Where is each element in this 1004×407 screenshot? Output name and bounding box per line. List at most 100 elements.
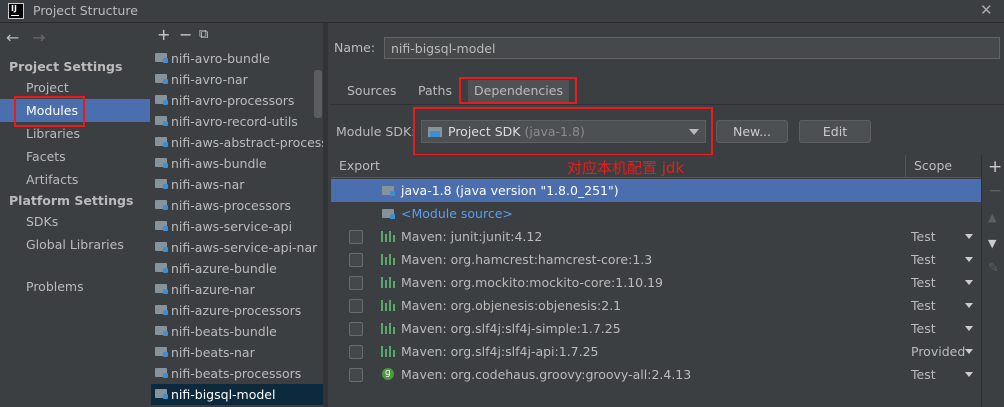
- module-folder-icon: [155, 158, 168, 168]
- dependency-row[interactable]: Maven: org.mockito:mockito-core:1.10.19 T…: [331, 271, 981, 294]
- sdk-folder-icon: [382, 186, 395, 196]
- module-folder-icon: [155, 347, 168, 357]
- module-item[interactable]: nifi-aws-nar: [151, 174, 323, 195]
- module-item-label: nifi-avro-nar: [171, 72, 248, 87]
- module-item[interactable]: nifi-beats-bundle: [151, 321, 323, 342]
- highlight-modules: [14, 96, 85, 127]
- scope-select[interactable]: Test: [911, 248, 936, 271]
- dependency-row[interactable]: Maven: org.slf4j:slf4j-api:1.7.25 Provide…: [331, 340, 981, 363]
- export-checkbox[interactable]: [349, 230, 363, 244]
- module-folder-icon: [155, 74, 168, 84]
- dependency-row[interactable]: <Module source>: [331, 202, 981, 225]
- nav-item-sdks[interactable]: SDKs: [0, 210, 150, 233]
- nav-item-artifacts[interactable]: Artifacts: [0, 168, 150, 191]
- export-checkbox[interactable]: [349, 322, 363, 336]
- maven-library-icon: [381, 277, 395, 288]
- module-item[interactable]: nifi-bigsql-model: [151, 384, 323, 405]
- close-icon[interactable]: ✕: [980, 1, 993, 19]
- module-item[interactable]: nifi-avro-processors: [151, 90, 323, 111]
- nav-item-facets[interactable]: Facets: [0, 145, 150, 168]
- forward-arrow-icon[interactable]: →: [32, 28, 45, 47]
- remove-dependency-icon[interactable]: −: [988, 181, 1002, 201]
- dependency-name: Maven: org.codehaus.groovy:groovy-all:2.…: [401, 367, 692, 382]
- module-folder-icon: [155, 95, 168, 105]
- module-folder-icon: [155, 326, 168, 336]
- module-item[interactable]: nifi-azure-nar: [151, 279, 323, 300]
- export-checkbox[interactable]: [349, 299, 363, 313]
- dependency-row[interactable]: Maven: org.slf4j:slf4j-simple:1.7.25 Test: [331, 317, 981, 340]
- new-sdk-button[interactable]: New...: [716, 120, 788, 143]
- scope-select[interactable]: Test: [911, 225, 936, 248]
- module-item[interactable]: nifi-azure-processors: [151, 300, 323, 321]
- tab-sources[interactable]: Sources: [341, 80, 402, 102]
- nav-item-problems[interactable]: Problems: [0, 275, 150, 298]
- module-item[interactable]: nifi-aws-bundle: [151, 153, 323, 174]
- export-checkbox[interactable]: [349, 368, 363, 382]
- groovy-library-icon: [382, 362, 394, 385]
- module-item[interactable]: nifi-beats-nar: [151, 342, 323, 363]
- module-name-input[interactable]: [384, 37, 1000, 59]
- chevron-down-icon[interactable]: [965, 372, 973, 377]
- module-folder-icon: [155, 137, 168, 147]
- scope-select[interactable]: Test: [911, 317, 936, 340]
- highlight-dependencies-tab: [459, 77, 577, 104]
- module-item-label: nifi-avro-record-utils: [171, 114, 298, 129]
- dependency-name: Maven: org.hamcrest:hamcrest-core:1.3: [401, 252, 653, 267]
- remove-icon[interactable]: −: [179, 25, 192, 44]
- dependency-name: Maven: junit:junit:4.12: [401, 229, 543, 244]
- module-item[interactable]: nifi-beats-processors: [151, 363, 323, 384]
- module-item[interactable]: nifi-aws-processors: [151, 195, 323, 216]
- module-item[interactable]: nifi-aws-service-api-nar: [151, 237, 323, 258]
- scope-select[interactable]: Test: [911, 294, 936, 317]
- pane-divider[interactable]: [323, 23, 328, 407]
- maven-library-icon: [381, 231, 395, 242]
- chevron-down-icon[interactable]: [965, 234, 973, 239]
- scope-select[interactable]: Test: [911, 363, 936, 386]
- chevron-down-icon[interactable]: [965, 326, 973, 331]
- dependency-row[interactable]: Maven: org.objenesis:objenesis:2.1 Test: [331, 294, 981, 317]
- export-checkbox[interactable]: [349, 345, 363, 359]
- column-scope[interactable]: Scope: [905, 155, 981, 177]
- back-arrow-icon[interactable]: ←: [6, 28, 19, 47]
- add-dependency-icon[interactable]: +: [988, 157, 1002, 177]
- maven-library-icon: [381, 254, 395, 265]
- dependency-row[interactable]: Maven: org.hamcrest:hamcrest-core:1.3 Tes…: [331, 248, 981, 271]
- module-item[interactable]: nifi-aws-service-api: [151, 216, 323, 237]
- scope-select[interactable]: Test: [911, 271, 936, 294]
- module-folder-icon: [155, 221, 168, 231]
- tabs-divider: [330, 104, 1004, 105]
- chevron-down-icon[interactable]: [965, 349, 973, 354]
- export-checkbox[interactable]: [349, 253, 363, 267]
- move-up-icon[interactable]: ▲: [988, 211, 996, 224]
- chevron-down-icon[interactable]: [965, 280, 973, 285]
- module-item-label: nifi-beats-processors: [171, 366, 302, 381]
- copy-icon[interactable]: ⧉: [199, 27, 208, 42]
- module-item[interactable]: nifi-aws-abstract-processors: [151, 132, 323, 153]
- dependency-row[interactable]: Maven: junit:junit:4.12 Test: [331, 225, 981, 248]
- scope-select[interactable]: Provided: [911, 340, 965, 363]
- export-checkbox[interactable]: [349, 276, 363, 290]
- nav-item-global-libraries[interactable]: Global Libraries: [0, 233, 150, 256]
- module-item[interactable]: nifi-avro-nar: [151, 69, 323, 90]
- chevron-down-icon[interactable]: [965, 257, 973, 262]
- module-item[interactable]: nifi-avro-bundle: [151, 48, 323, 69]
- module-item[interactable]: nifi-avro-record-utils: [151, 111, 323, 132]
- edit-sdk-button[interactable]: Edit: [799, 120, 871, 143]
- move-down-icon[interactable]: ▼: [988, 237, 996, 250]
- source-folder-icon: [382, 209, 395, 219]
- dependency-name: Maven: org.slf4j:slf4j-simple:1.7.25: [401, 321, 621, 336]
- module-list-scrollbar[interactable]: [314, 70, 322, 118]
- edit-pencil-icon[interactable]: ✎: [988, 261, 999, 276]
- column-export[interactable]: Export: [331, 155, 384, 177]
- module-item-label: nifi-avro-processors: [171, 93, 295, 108]
- add-icon[interactable]: +: [157, 25, 170, 44]
- dependency-row[interactable]: java-1.8 (java version "1.8.0_251"): [331, 179, 981, 202]
- module-item[interactable]: nifi-azure-bundle: [151, 258, 323, 279]
- dependency-row[interactable]: Maven: org.codehaus.groovy:groovy-all:2.…: [331, 362, 981, 386]
- module-item-label: nifi-aws-abstract-processors: [171, 135, 323, 150]
- chevron-down-icon[interactable]: [965, 303, 973, 308]
- tab-paths[interactable]: Paths: [412, 80, 458, 102]
- module-item-label: nifi-azure-processors: [171, 303, 302, 318]
- dependency-name: java-1.8 (java version "1.8.0_251"): [401, 183, 619, 198]
- title-bar: [0, 0, 1004, 23]
